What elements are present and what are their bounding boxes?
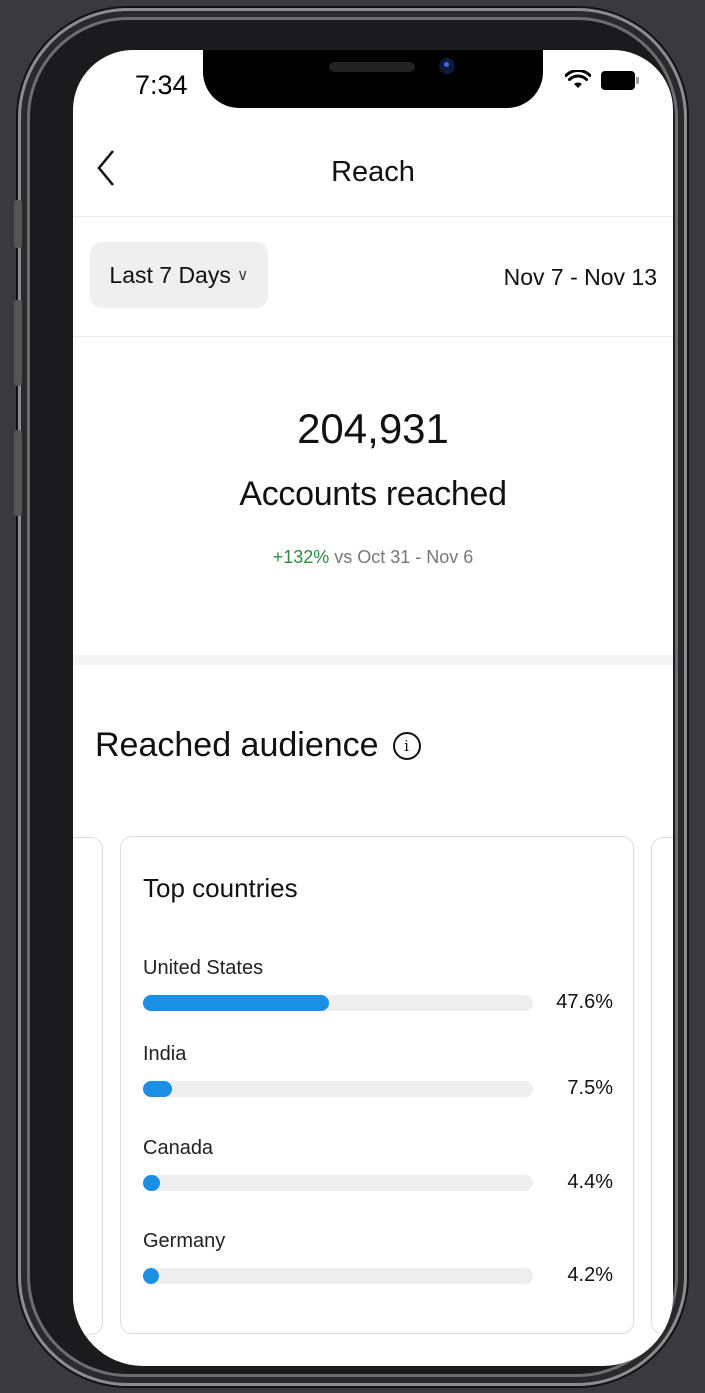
bar-fill	[143, 1268, 160, 1284]
country-name: Canada	[143, 1137, 214, 1159]
status-icons	[565, 70, 639, 90]
country-name: India	[143, 1043, 187, 1065]
front-camera	[439, 58, 455, 74]
speaker	[329, 62, 415, 72]
country-percent: 7.5%	[567, 1077, 613, 1099]
chevron-down-icon: ∨	[236, 267, 249, 284]
next-card[interactable]	[651, 837, 673, 1335]
mute-switch	[14, 200, 22, 248]
filter-row: Last 7 Days ∨ Nov 7 - Nov 13	[73, 216, 673, 337]
comparison-text: +132% vs Oct 31 - Nov 6	[73, 547, 673, 568]
section-divider	[73, 655, 673, 665]
country-percent: 4.4%	[567, 1171, 613, 1193]
top-countries-card: Top countries United States 47.6% India …	[120, 836, 634, 1334]
country-name: Germany	[143, 1230, 226, 1252]
country-percent: 4.2%	[567, 1264, 613, 1286]
metric-label: Accounts reached	[239, 475, 507, 513]
bar-track	[143, 995, 533, 1011]
comparison-period: vs Oct 31 - Nov 6	[334, 547, 474, 567]
bar-fill	[143, 1081, 173, 1097]
bar-track	[143, 1268, 533, 1284]
country-row: Canada 4.4%	[143, 1137, 613, 1217]
notch	[203, 50, 543, 108]
reached-audience-heading: Reached audience i	[95, 726, 421, 765]
bar-fill	[143, 995, 329, 1011]
battery-icon	[601, 70, 639, 90]
reach-summary: 204,931 Accounts reached +132% vs Oct 31…	[73, 337, 673, 655]
wifi-icon	[565, 70, 591, 88]
date-range-dropdown[interactable]: Last 7 Days ∨	[90, 242, 268, 308]
info-icon[interactable]: i	[392, 731, 421, 760]
date-range-label: Last 7 Days	[109, 261, 231, 288]
bar-fill	[143, 1175, 161, 1191]
nav-bar: Reach	[73, 130, 673, 217]
status-time: 7:34	[135, 70, 188, 100]
country-row: Germany 4.2%	[143, 1230, 613, 1310]
country-percent: 47.6%	[556, 991, 613, 1013]
volume-down-button	[14, 430, 22, 516]
bar-track	[143, 1081, 533, 1097]
bar-track	[143, 1175, 533, 1191]
country-row: India 7.5%	[143, 1043, 613, 1123]
accounts-reached-count: 204,931	[297, 405, 449, 452]
screen: 7:34 Reach Last 7 Days ∨ Nov 7 - Nov 13 …	[73, 50, 673, 1366]
country-name: United States	[143, 957, 264, 979]
card-title: Top countries	[143, 873, 298, 903]
page-title: Reach	[331, 156, 415, 188]
volume-up-button	[14, 300, 22, 386]
change-percent: +132%	[272, 547, 330, 567]
country-row: United States 47.6%	[143, 957, 613, 1037]
section-title: Reached audience	[95, 726, 379, 764]
previous-card[interactable]: % % % %	[73, 837, 103, 1335]
date-range-text: Nov 7 - Nov 13	[503, 264, 657, 290]
